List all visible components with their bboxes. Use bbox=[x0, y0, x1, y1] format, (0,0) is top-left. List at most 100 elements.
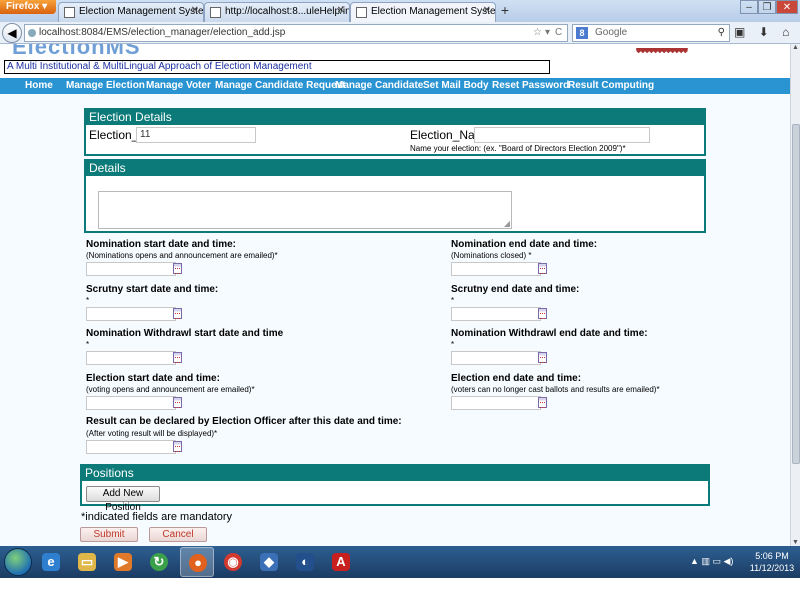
close-tab-icon[interactable]: ✕ bbox=[483, 5, 491, 16]
chrome-icon: ◉ bbox=[224, 553, 242, 571]
withdrawl-start-input[interactable] bbox=[86, 351, 176, 365]
menu-manage-election[interactable]: Manage Election bbox=[66, 78, 145, 94]
clock-date: 11/12/2013 bbox=[749, 563, 795, 573]
election-details-section: Election Details Election_Id 11 Election… bbox=[84, 108, 706, 156]
home-icon[interactable]: ⌂ bbox=[782, 25, 789, 39]
details-textarea[interactable]: ◢ bbox=[98, 191, 512, 229]
taskbar-internet-explorer[interactable]: e bbox=[34, 547, 68, 577]
start-button[interactable] bbox=[4, 548, 32, 576]
bookmarks-menu-icon[interactable]: ▣ bbox=[734, 25, 745, 39]
taskbar-chrome[interactable]: ◉ bbox=[216, 547, 250, 577]
add-new-position-button[interactable]: Add New Position bbox=[86, 486, 160, 513]
close-tab-icon[interactable]: ✕ bbox=[191, 5, 199, 16]
calendar-icon[interactable] bbox=[538, 263, 547, 274]
election-details-heading: Election Details bbox=[86, 110, 704, 125]
refresh-app-icon: ↻ bbox=[150, 553, 168, 571]
taskbar-clock[interactable]: 5:06 PM 11/12/2013 bbox=[748, 550, 796, 574]
dropdown-arrow-icon[interactable]: ▾ bbox=[545, 25, 550, 41]
menu-reset-password[interactable]: Reset Password bbox=[492, 78, 569, 94]
tab-election-ms-institutional[interactable]: Election Management System : Instit... ✕ bbox=[58, 2, 204, 22]
menu-result-computing[interactable]: Result Computing bbox=[568, 78, 654, 94]
calendar-icon[interactable] bbox=[538, 352, 547, 363]
clock-time: 5:06 PM bbox=[755, 551, 789, 561]
calendar-icon[interactable] bbox=[173, 263, 182, 274]
page-scrollbar[interactable]: ▲ ▼ bbox=[790, 44, 800, 546]
scrutny-start-input[interactable] bbox=[86, 307, 176, 321]
election-name-field[interactable] bbox=[474, 127, 650, 143]
menu-set-mail-body[interactable]: Set Mail Body bbox=[423, 78, 489, 94]
pdf-icon: A bbox=[332, 553, 350, 571]
tray-volume-icon[interactable]: ◀) bbox=[724, 556, 734, 566]
scrollbar-thumb[interactable] bbox=[792, 124, 800, 464]
tray-network-icon[interactable]: ▥ bbox=[701, 556, 710, 566]
taskbar-explorer[interactable]: ▭ bbox=[70, 547, 104, 577]
maximize-icon[interactable]: ❐ bbox=[758, 0, 776, 14]
close-tab-icon[interactable]: ✕ bbox=[337, 5, 345, 16]
close-window-icon[interactable]: ✕ bbox=[776, 0, 798, 14]
taskbar-pdf-reader[interactable]: A bbox=[324, 547, 358, 577]
calendar-icon[interactable] bbox=[173, 308, 182, 319]
election-start-label: Election start date and time: bbox=[86, 373, 220, 384]
firefox-menu-button[interactable]: Firefox ▾ bbox=[0, 0, 56, 14]
taskbar-media-player[interactable]: ▶ bbox=[106, 547, 140, 577]
app-icon: ◐ bbox=[296, 553, 314, 571]
browser-tab-bar: Firefox ▾ Election Management System : I… bbox=[0, 0, 800, 22]
withdrawl-start-hint: * bbox=[86, 340, 90, 349]
election-start-input[interactable] bbox=[86, 396, 176, 410]
search-placeholder: Google bbox=[595, 27, 628, 38]
search-engine-icon[interactable]: 8 bbox=[576, 27, 588, 39]
menu-home[interactable]: Home bbox=[25, 78, 53, 94]
bookmark-star-icon[interactable]: ☆ bbox=[533, 25, 542, 41]
reload-icon[interactable]: C bbox=[555, 25, 562, 41]
tab-election-ms-active[interactable]: Election Management System ✕ bbox=[350, 2, 496, 22]
nomination-end-input[interactable] bbox=[451, 262, 541, 276]
menu-manage-candidate-request[interactable]: Manage Candidate Request bbox=[215, 78, 346, 94]
calendar-icon[interactable] bbox=[173, 441, 182, 452]
tab-rule-help[interactable]: http://localhost:8...uleHelp/index.html … bbox=[204, 2, 350, 22]
resize-grip-icon[interactable]: ◢ bbox=[504, 219, 510, 228]
taskbar-app-blue[interactable]: ◐ bbox=[288, 547, 322, 577]
taskbar-firefox[interactable]: ● bbox=[180, 547, 214, 577]
scroll-up-arrow-icon[interactable]: ▲ bbox=[791, 44, 800, 51]
calendar-icon[interactable] bbox=[173, 397, 182, 408]
election-end-hint: (voters can no longer cast ballots and r… bbox=[451, 385, 660, 394]
result-date-input[interactable] bbox=[86, 440, 176, 454]
taskbar-app-green[interactable]: ↻ bbox=[142, 547, 176, 577]
page-content: ElectionMS ⛊⛊⛊⛊⛊⛊⛊⛊⛊⛊⛊⛊ A Multi Institut… bbox=[0, 44, 790, 546]
scroll-down-arrow-icon[interactable]: ▼ bbox=[791, 539, 800, 546]
search-icon[interactable]: ⚲ bbox=[718, 25, 725, 41]
positions-section: Positions Add New Position bbox=[80, 464, 710, 513]
tray-up-arrow-icon[interactable]: ▲ bbox=[690, 556, 699, 566]
withdrawl-end-input[interactable] bbox=[451, 351, 541, 365]
menu-manage-candidate[interactable]: Manage Candidate bbox=[335, 78, 423, 94]
tray-monitor-icon[interactable]: ▭ bbox=[712, 556, 721, 566]
site-identity-icon[interactable] bbox=[28, 29, 36, 37]
calendar-icon[interactable] bbox=[173, 352, 182, 363]
scrutny-end-hint: * bbox=[451, 296, 455, 305]
back-arrow-icon[interactable]: ◀ bbox=[2, 23, 22, 43]
tab-title: Election Management System bbox=[371, 6, 496, 17]
nomination-end-hint: (Nominations closed) * bbox=[451, 251, 532, 260]
calendar-icon[interactable] bbox=[538, 308, 547, 319]
menu-manage-voter[interactable]: Manage Voter bbox=[146, 78, 211, 94]
taskbar-virtualbox[interactable]: ◆ bbox=[252, 547, 286, 577]
calendar-icon[interactable] bbox=[538, 397, 547, 408]
tab-title: http://localhost:8...uleHelp/index.html bbox=[225, 6, 350, 17]
election-end-input[interactable] bbox=[451, 396, 541, 410]
submit-button[interactable]: Submit bbox=[80, 527, 138, 542]
cancel-button[interactable]: Cancel bbox=[149, 527, 207, 542]
folder-icon: ▭ bbox=[78, 553, 96, 571]
election-start-hint: (voting opens and announcement are email… bbox=[86, 385, 255, 394]
tab-title: Election Management System : Instit... bbox=[79, 6, 204, 17]
nomination-start-input[interactable] bbox=[86, 262, 176, 276]
ie-icon: e bbox=[42, 553, 60, 571]
system-tray[interactable]: ▲ ▥ ▭ ◀) bbox=[690, 556, 733, 567]
url-bar[interactable]: localhost:8084/EMS/election_manager/elec… bbox=[24, 24, 568, 42]
download-arrow-icon[interactable]: ⬇ bbox=[759, 25, 769, 39]
search-bar[interactable]: 8 Google ⚲ bbox=[572, 24, 730, 42]
scrutny-end-input[interactable] bbox=[451, 307, 541, 321]
election-id-field[interactable]: 11 bbox=[136, 127, 256, 143]
minimize-icon[interactable]: – bbox=[740, 0, 758, 14]
withdrawl-end-label: Nomination Withdrawl end date and time: bbox=[451, 328, 648, 339]
new-tab-icon[interactable]: + bbox=[496, 3, 514, 19]
